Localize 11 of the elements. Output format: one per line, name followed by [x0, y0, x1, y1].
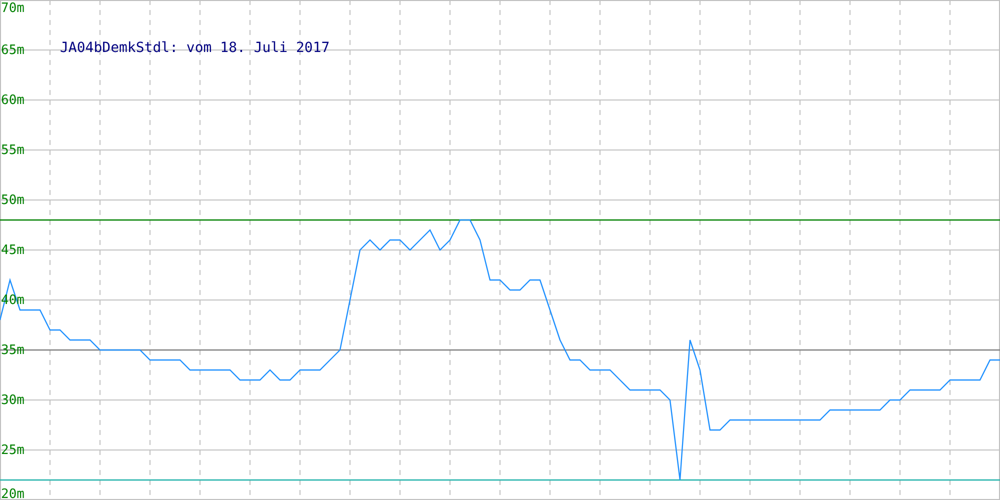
y-tick-label: 20m — [1, 487, 24, 500]
y-tick-label: 55m — [1, 143, 24, 158]
y-tick-label: 50m — [1, 193, 24, 208]
y-tick-label: 70m — [1, 1, 24, 16]
y-tick-label: 60m — [1, 93, 24, 108]
y-tick-label: 25m — [1, 443, 24, 458]
y-tick-label: 65m — [1, 43, 24, 58]
chart-title: JA04bDemkStdl: vom 18. Juli 2017 — [60, 40, 330, 56]
y-tick-label: 35m — [1, 343, 24, 358]
y-tick-label: 45m — [1, 243, 24, 258]
y-tick-label: 30m — [1, 393, 24, 408]
